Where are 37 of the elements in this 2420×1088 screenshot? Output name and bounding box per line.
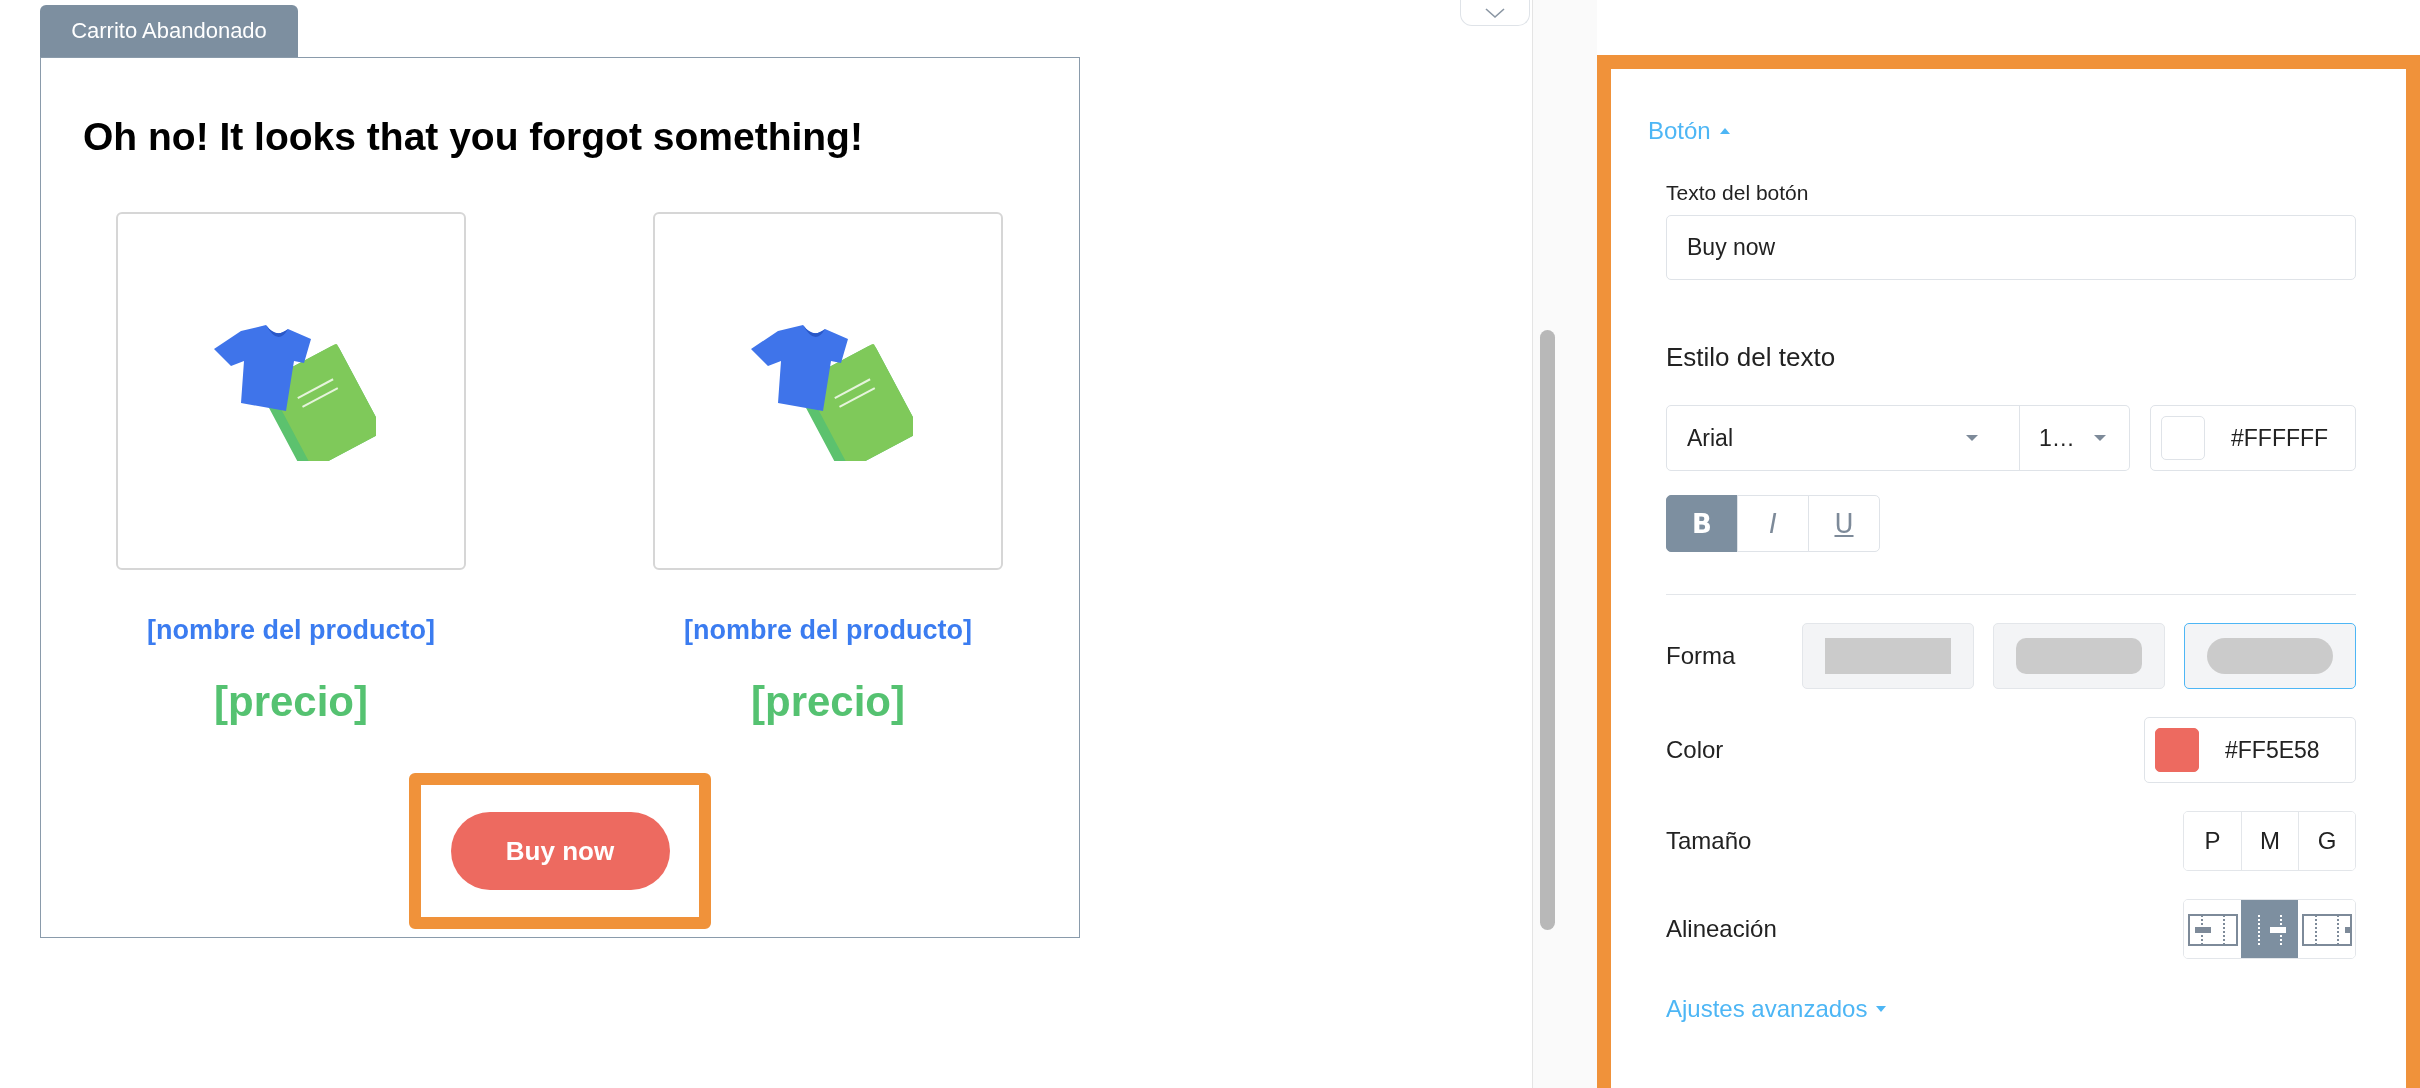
advanced-settings-label: Ajustes avanzados bbox=[1666, 995, 1868, 1023]
font-value: Arial bbox=[1687, 424, 1733, 452]
caret-down-icon bbox=[2093, 434, 2107, 442]
scrollbar[interactable] bbox=[1532, 0, 1597, 1088]
product-price: [precio] bbox=[751, 677, 905, 727]
italic-button[interactable]: I bbox=[1737, 495, 1809, 552]
collapse-button[interactable] bbox=[1460, 0, 1530, 26]
product-price: [precio] bbox=[214, 677, 368, 727]
font-size-value: 1… bbox=[2039, 424, 2075, 452]
color-value: #FF5E58 bbox=[2225, 736, 2320, 764]
row-label: Tamaño bbox=[1666, 827, 1752, 855]
shape-preview-icon bbox=[1825, 638, 1951, 674]
chevron-down-icon bbox=[1484, 6, 1506, 19]
email-heading: Oh no! It looks that you forgot something! bbox=[83, 114, 864, 160]
shape-preview-icon bbox=[2207, 638, 2333, 674]
section-title: Botón bbox=[1648, 117, 1711, 145]
text-color-picker[interactable]: #FFFFFF bbox=[2150, 405, 2356, 471]
font-size-select[interactable]: 1… bbox=[2019, 405, 2130, 471]
field-label: Texto del botón bbox=[1666, 181, 1810, 205]
product-name: [nombre del producto] bbox=[147, 614, 435, 647]
row-label: Color bbox=[1666, 736, 1724, 764]
font-select[interactable]: Arial bbox=[1666, 405, 2020, 471]
shape-option[interactable] bbox=[2184, 623, 2356, 689]
shape-preview-icon bbox=[2016, 638, 2142, 674]
section-heading: Estilo del texto bbox=[1666, 342, 1837, 373]
scrollbar-thumb[interactable] bbox=[1540, 330, 1555, 930]
product-name: [nombre del producto] bbox=[684, 614, 972, 647]
caret-down-icon bbox=[1965, 434, 1979, 442]
alignment-option[interactable] bbox=[2184, 900, 2241, 958]
button-color-picker[interactable]: #FF5E58 bbox=[2144, 717, 2356, 783]
underline-button[interactable]: U bbox=[1808, 495, 1880, 552]
button-text-field[interactable]: Buy now bbox=[1666, 215, 2356, 280]
alignment-option[interactable] bbox=[2241, 900, 2298, 958]
color-value: #FFFFFF bbox=[2231, 424, 2329, 452]
row-label: Alineación bbox=[1666, 915, 1777, 943]
row-label: Forma bbox=[1666, 642, 1736, 670]
size-option[interactable]: G bbox=[2298, 812, 2355, 870]
